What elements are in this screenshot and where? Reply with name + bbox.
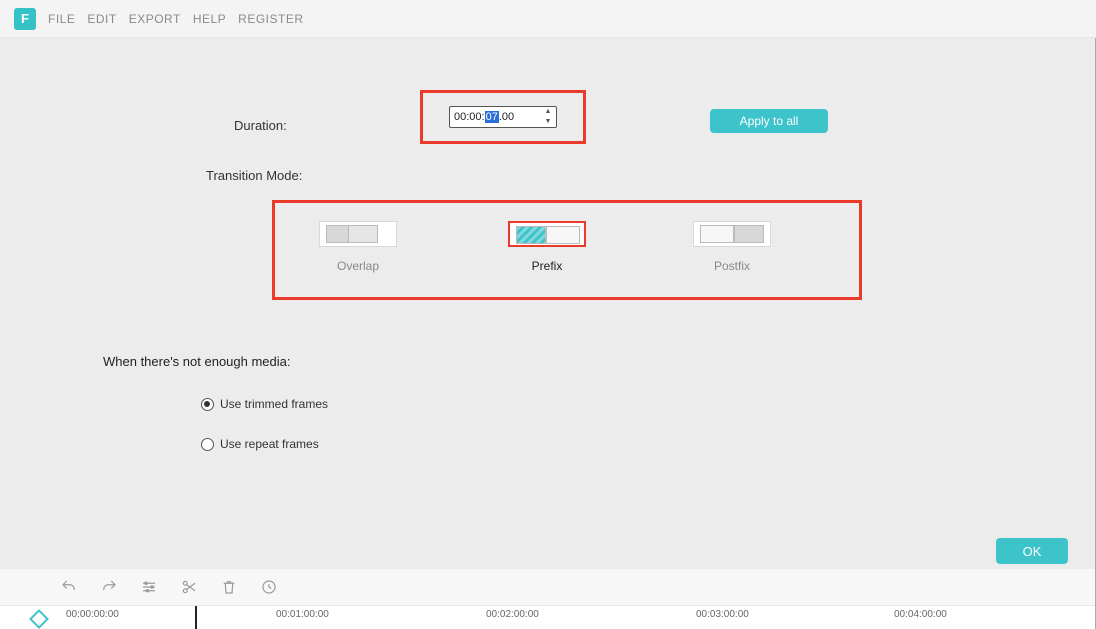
duration-spinner[interactable]: ▲ ▼: [542, 109, 554, 125]
menu-export[interactable]: EXPORT: [129, 12, 181, 26]
transition-mode-overlap[interactable]: Overlap: [319, 221, 397, 273]
timeline-playhead[interactable]: [195, 606, 197, 629]
radio-use-repeat-frames[interactable]: Use repeat frames: [201, 437, 319, 451]
app-logo: F: [14, 8, 36, 30]
timeline-ruler[interactable]: 00:00:00:00 00:01:00:00 00:02:00:00 00:0…: [0, 605, 1096, 629]
undo-icon[interactable]: [60, 578, 78, 596]
sliders-icon[interactable]: [140, 578, 158, 596]
duration-input[interactable]: 00:00:07.00 ▲ ▼: [449, 106, 557, 128]
radio-use-trimmed-frames[interactable]: Use trimmed frames: [201, 397, 328, 411]
duration-highlight-box: 00:00:07.00 ▲ ▼: [420, 90, 586, 144]
timeline-time-3: 00:03:00:00: [696, 609, 749, 620]
apply-to-all-button[interactable]: Apply to all: [710, 109, 828, 133]
timeline-start-marker-icon[interactable]: [29, 609, 49, 629]
prefix-label: Prefix: [532, 259, 563, 273]
ok-label: OK: [1023, 544, 1042, 559]
not-enough-media-label: When there's not enough media:: [103, 354, 291, 369]
scissors-icon[interactable]: [180, 578, 198, 596]
radio-trimmed-icon: [201, 398, 214, 411]
duration-prefix: 00:00:: [454, 111, 485, 123]
menu-help[interactable]: HELP: [193, 12, 226, 26]
clock-icon[interactable]: [260, 578, 278, 596]
radio-repeat-label: Use repeat frames: [220, 437, 319, 451]
timeline-time-0: 00:00:00:00: [66, 609, 119, 620]
menu-file[interactable]: FILE: [48, 12, 75, 26]
radio-repeat-icon: [201, 438, 214, 451]
postfix-graphic-icon: [693, 221, 771, 247]
timeline-toolbar: [0, 569, 1096, 605]
duration-selected-seconds: 07: [485, 111, 499, 123]
spinner-up-icon[interactable]: ▲: [542, 109, 554, 115]
prefix-graphic-icon: [508, 221, 586, 247]
timeline-time-1: 00:01:00:00: [276, 609, 329, 620]
transition-mode-highlight-box: Overlap Prefix Postfix: [272, 200, 862, 300]
overlap-label: Overlap: [337, 259, 379, 273]
radio-trimmed-label: Use trimmed frames: [220, 397, 328, 411]
transition-mode-prefix[interactable]: Prefix: [508, 221, 586, 273]
duration-label: Duration:: [234, 118, 287, 133]
timeline-time-2: 00:02:00:00: [486, 609, 539, 620]
app-logo-letter: F: [21, 11, 29, 26]
menubar: F FILE EDIT EXPORT HELP REGISTER: [0, 0, 1096, 38]
transition-mode-postfix[interactable]: Postfix: [693, 221, 771, 273]
apply-to-all-label: Apply to all: [740, 114, 799, 128]
postfix-label: Postfix: [714, 259, 750, 273]
menu-register[interactable]: REGISTER: [238, 12, 303, 26]
spinner-down-icon[interactable]: ▼: [542, 119, 554, 125]
redo-icon[interactable]: [100, 578, 118, 596]
ok-button[interactable]: OK: [996, 538, 1068, 564]
overlap-graphic-icon: [319, 221, 397, 247]
transition-settings-panel: Duration: 00:00:07.00 ▲ ▼ Apply to all T…: [0, 38, 1096, 569]
transition-mode-label: Transition Mode:: [206, 168, 302, 183]
menu-edit[interactable]: EDIT: [87, 12, 116, 26]
timeline-time-4: 00:04:00:00: [894, 609, 947, 620]
duration-suffix: .00: [499, 111, 514, 123]
trash-icon[interactable]: [220, 578, 238, 596]
